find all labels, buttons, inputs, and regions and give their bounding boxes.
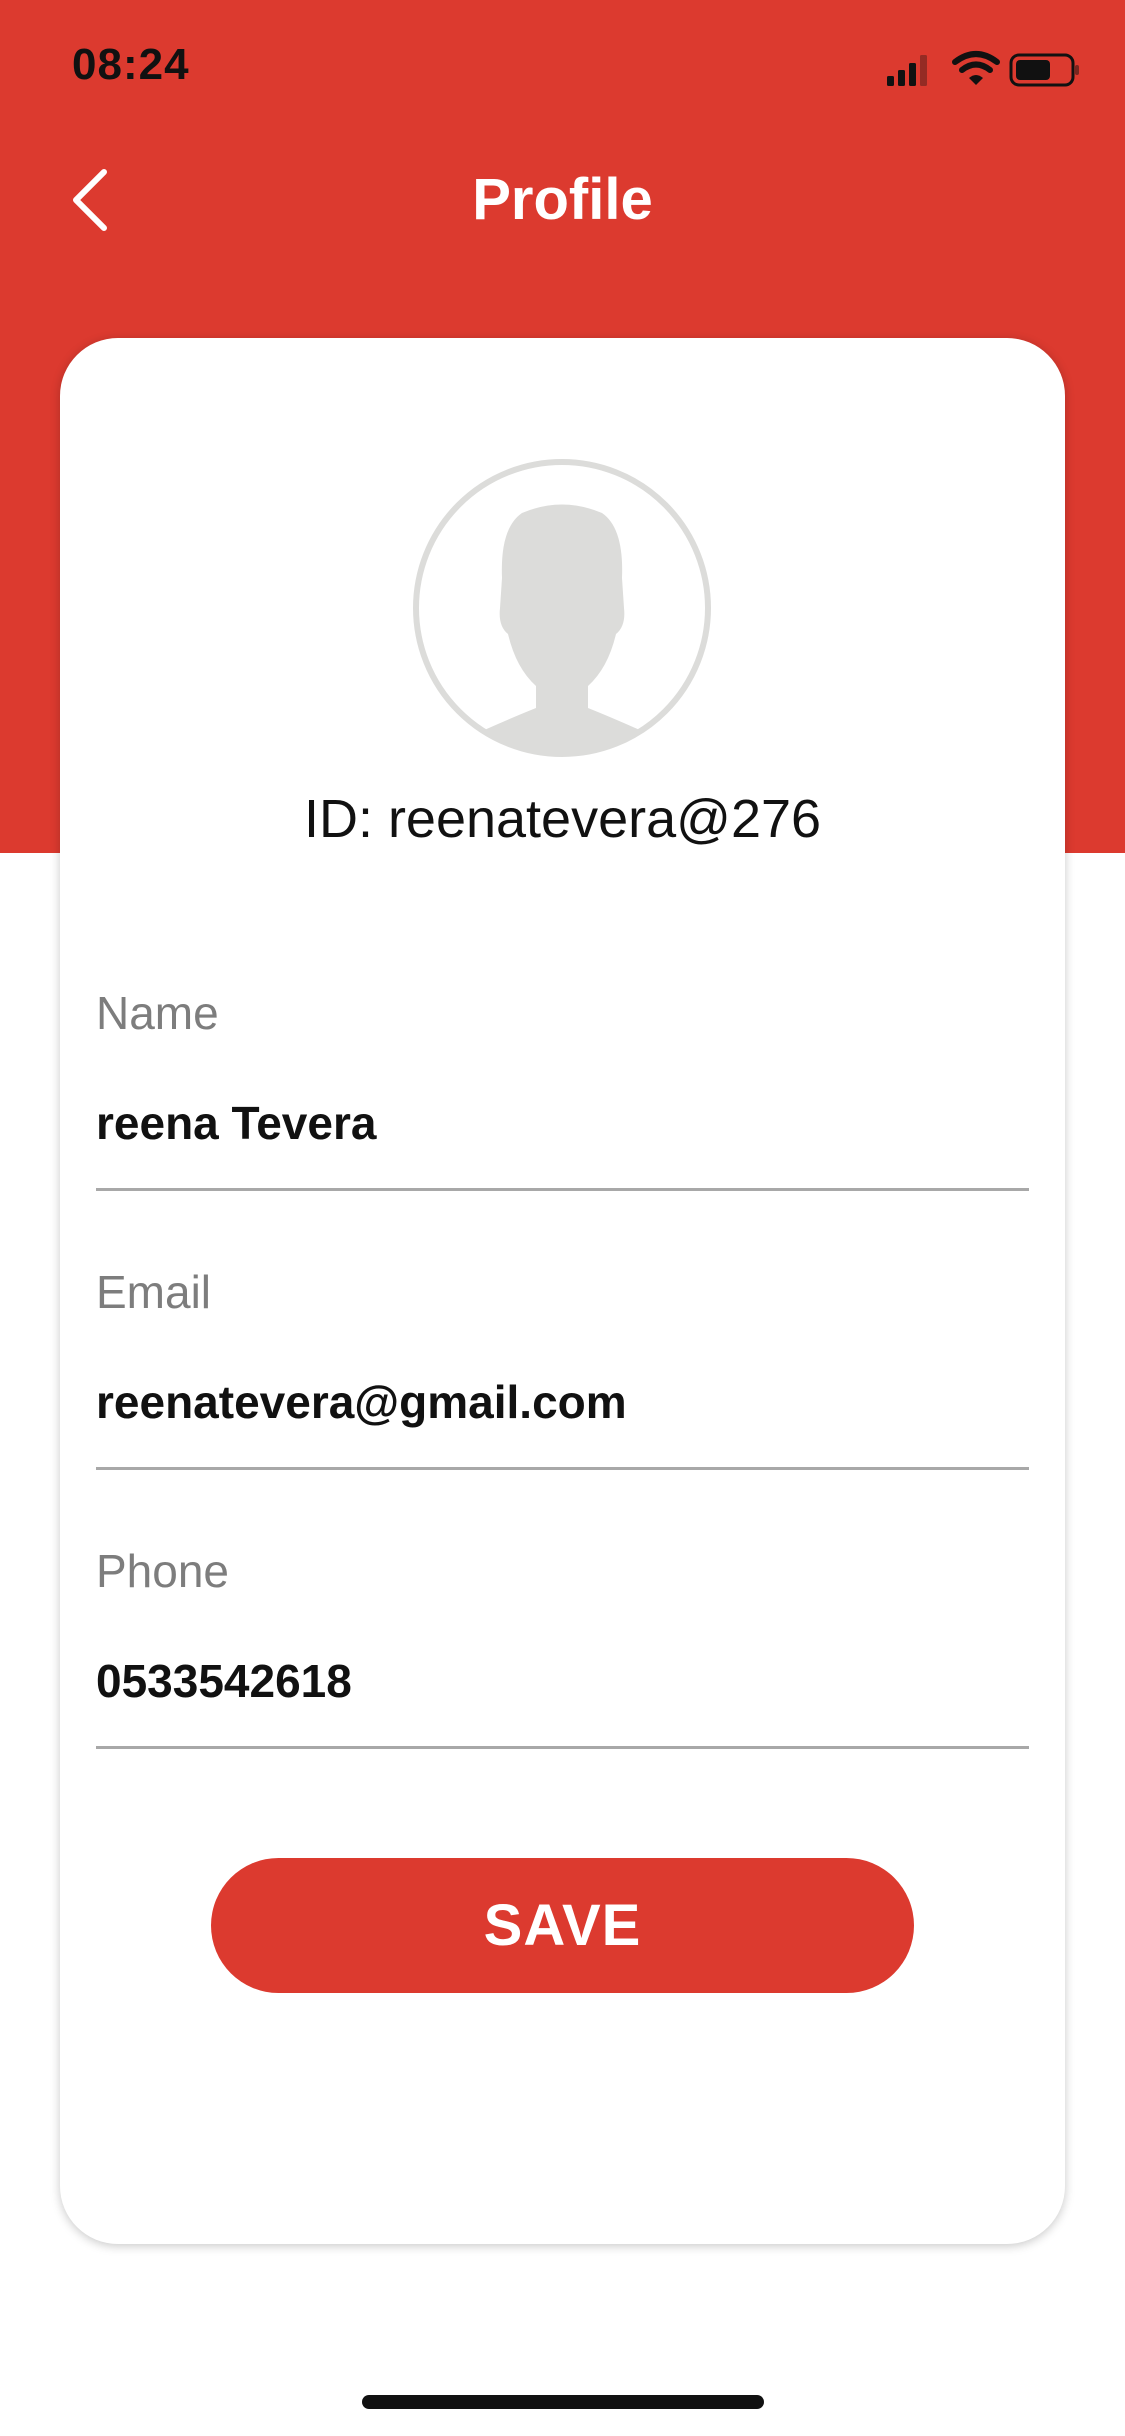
name-underline	[96, 1188, 1029, 1191]
profile-card: ID: reenatevera@276 Name Email Phone SAV…	[60, 338, 1065, 2244]
nav-bar: Profile	[0, 150, 1125, 250]
email-underline	[96, 1467, 1029, 1470]
phone-input[interactable]	[96, 1654, 1029, 1708]
status-time: 08:24	[72, 40, 190, 89]
email-field: Email	[96, 1265, 1029, 1495]
phone-field: Phone	[96, 1544, 1029, 1774]
phone-underline	[96, 1746, 1029, 1749]
avatar[interactable]	[412, 458, 712, 758]
home-indicator[interactable]	[362, 2395, 764, 2409]
battery-icon	[1009, 53, 1079, 87]
page-title: Profile	[472, 167, 653, 232]
name-label: Name	[96, 987, 219, 1039]
phone-label: Phone	[96, 1545, 230, 1597]
status-bar: 08:24	[0, 0, 1125, 140]
name-field: Name	[96, 986, 1029, 1216]
user-avatar-icon	[413, 459, 711, 757]
email-input[interactable]	[96, 1375, 1029, 1429]
user-id: ID: reenatevera@276	[303, 789, 822, 849]
email-label: Email	[96, 1266, 212, 1318]
name-input[interactable]	[96, 1096, 1029, 1150]
status-icons	[883, 50, 1083, 90]
save-button[interactable]: SAVE	[211, 1858, 914, 1993]
signal-icon	[887, 55, 927, 86]
wifi-icon	[952, 51, 1000, 85]
